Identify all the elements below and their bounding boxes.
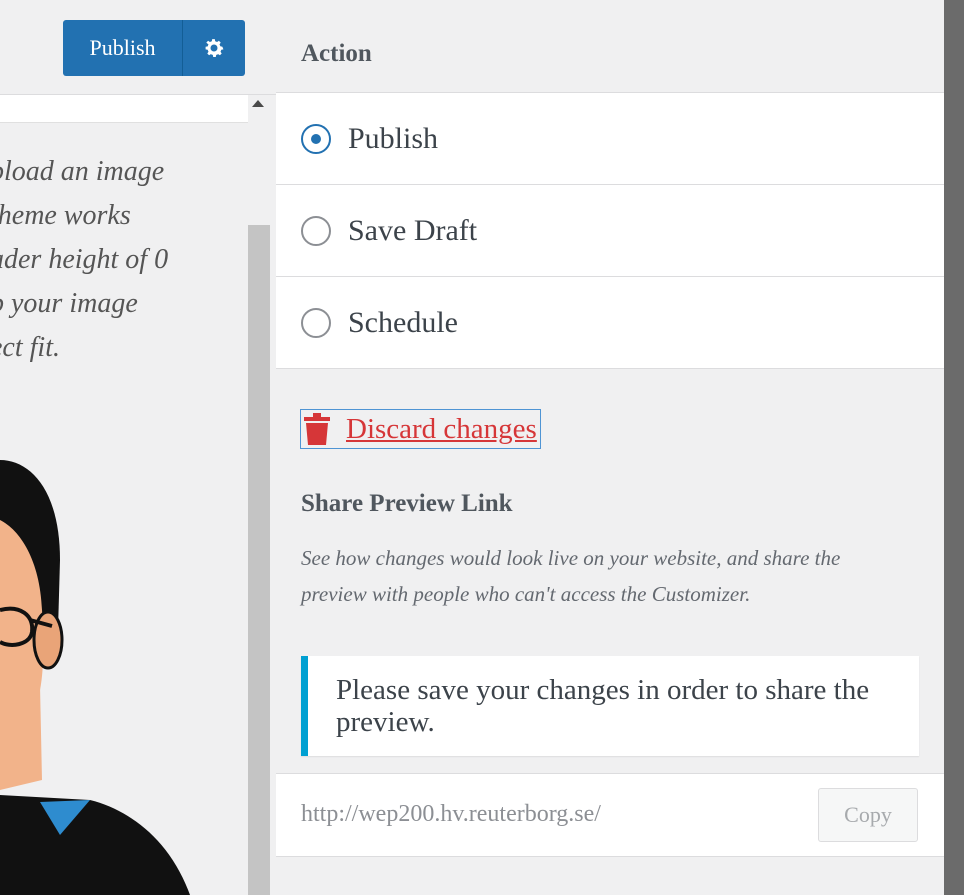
share-preview-notice: Please save your changes in order to sha… [301,656,919,756]
description-line: p your image [0,288,138,319]
action-section-header: Action [276,0,944,93]
publish-button[interactable]: Publish [63,20,183,76]
publish-button-group: Publish [63,20,245,76]
avatar-illustration [0,440,246,895]
customizer-header: Publish [0,0,276,95]
header-image-description: pload an image theme works ader height o… [0,150,246,370]
preview-link-row: http://wep200.hv.reuterborg.se/ Copy [276,773,944,857]
radio-option-publish[interactable]: Publish [276,93,944,185]
radio-label: Schedule [348,305,458,339]
preview-input-strip [0,95,248,123]
notice-text: Please save your changes in order to sha… [336,674,870,738]
discard-changes-link[interactable]: Discard changes [300,409,541,449]
customizer-preview-panel: Publish pload an image theme works ader … [0,0,276,895]
preview-url: http://wep200.hv.reuterborg.se/ [301,801,601,827]
radio-label: Publish [348,121,439,155]
description-line: ader height of 0 [0,244,169,275]
action-heading: Action [301,40,372,67]
description-line: pload an image [0,156,165,187]
discard-changes-label: Discard changes [346,412,537,445]
radio-button[interactable] [301,307,331,338]
radio-label: Save Draft [348,213,478,247]
share-preview-title: Share Preview Link [301,490,513,517]
scroll-up-arrow-icon[interactable] [252,100,264,107]
radio-button[interactable] [301,215,331,246]
trash-icon [304,413,330,445]
publish-settings-panel: Action Publish Save Draft Schedule Disca… [276,0,944,895]
preview-scrollbar[interactable] [248,225,270,895]
radio-option-save-draft[interactable]: Save Draft [276,185,944,277]
copy-button[interactable]: Copy [818,788,918,842]
window-edge-scrollbar [944,0,964,895]
radio-button[interactable] [301,123,331,154]
radio-option-schedule[interactable]: Schedule [276,277,944,369]
share-preview-description: See how changes would look live on your … [301,546,841,606]
description-line: theme works [0,200,131,231]
gear-icon [205,39,224,57]
description-line: ect fit. [0,332,60,363]
publish-settings-button[interactable] [183,20,245,76]
